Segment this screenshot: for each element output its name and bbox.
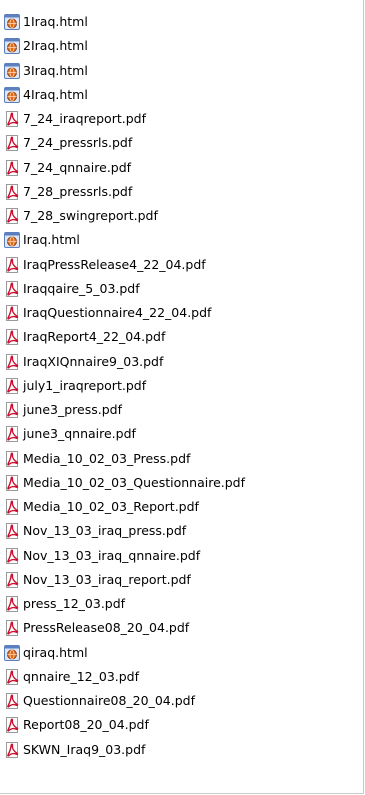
pdf-file-icon	[4, 474, 20, 491]
pdf-file-icon	[4, 111, 20, 128]
file-name: IraqXIQnnaire9_03.pdf	[23, 353, 164, 369]
file-item[interactable]: Iraq.html	[4, 228, 245, 252]
file-name: Media_10_02_03_Report.pdf	[23, 499, 199, 515]
file-item[interactable]: Nov_13_03_iraq_qnnaire.pdf	[4, 544, 245, 568]
file-name: 4Iraq.html	[23, 86, 88, 102]
file-name: Nov_13_03_iraq_press.pdf	[23, 523, 187, 539]
html-file-icon	[4, 644, 20, 661]
file-name: IraqQuestionnaire4_22_04.pdf	[23, 305, 212, 321]
pdf-file-icon	[4, 717, 20, 734]
file-name: PressRelease08_20_04.pdf	[23, 620, 190, 636]
file-item[interactable]: IraqPressRelease4_22_04.pdf	[4, 253, 245, 277]
pdf-file-icon	[4, 741, 20, 758]
pdf-file-icon	[4, 450, 20, 467]
file-item[interactable]: PressRelease08_20_04.pdf	[4, 616, 245, 640]
pdf-file-icon	[4, 571, 20, 588]
file-item[interactable]: Media_10_02_03_Questionnaire.pdf	[4, 471, 245, 495]
pdf-file-icon	[4, 668, 20, 685]
file-name: qnnaire_12_03.pdf	[23, 668, 140, 684]
file-name: SKWN_Iraq9_03.pdf	[23, 741, 146, 757]
file-item[interactable]: june3_qnnaire.pdf	[4, 422, 245, 446]
file-item[interactable]: 7_28_pressrls.pdf	[4, 180, 245, 204]
file-item[interactable]: 3Iraq.html	[4, 59, 245, 83]
file-item[interactable]: 1Iraq.html	[4, 10, 245, 34]
file-name: IraqPressRelease4_22_04.pdf	[23, 256, 206, 272]
file-item[interactable]: Media_10_02_03_Report.pdf	[4, 495, 245, 519]
pdf-file-icon	[4, 402, 20, 419]
file-name: Nov_13_03_iraq_report.pdf	[23, 571, 191, 587]
file-name: Iraq.html	[23, 232, 80, 248]
file-item[interactable]: Questionnaire08_20_04.pdf	[4, 689, 245, 713]
pdf-file-icon	[4, 280, 20, 297]
file-item[interactable]: june3_press.pdf	[4, 398, 245, 422]
file-item[interactable]: 7_28_swingreport.pdf	[4, 204, 245, 228]
file-list: 1Iraq.html 2Iraq.html 3Iraq.html 4Iraq.h…	[4, 10, 245, 762]
file-item[interactable]: SKWN_Iraq9_03.pdf	[4, 738, 245, 762]
file-item[interactable]: IraqQuestionnaire4_22_04.pdf	[4, 301, 245, 325]
pdf-file-icon	[4, 523, 20, 540]
file-item[interactable]: 2Iraq.html	[4, 34, 245, 58]
file-name: Questionnaire08_20_04.pdf	[23, 693, 195, 709]
file-name: Report08_20_04.pdf	[23, 717, 149, 733]
file-name: press_12_03.pdf	[23, 596, 126, 612]
file-item[interactable]: IraqXIQnnaire9_03.pdf	[4, 350, 245, 374]
file-name: 7_24_pressrls.pdf	[23, 135, 133, 151]
pdf-file-icon	[4, 208, 20, 225]
file-item[interactable]: Report08_20_04.pdf	[4, 713, 245, 737]
file-item[interactable]: press_12_03.pdf	[4, 592, 245, 616]
html-file-icon	[4, 62, 20, 79]
file-name: 3Iraq.html	[23, 62, 88, 78]
file-name: Media_10_02_03_Questionnaire.pdf	[23, 474, 246, 490]
file-name: IraqReport4_22_04.pdf	[23, 329, 166, 345]
pdf-file-icon	[4, 183, 20, 200]
pdf-file-icon	[4, 499, 20, 516]
file-item[interactable]: 7_24_iraqreport.pdf	[4, 107, 245, 131]
file-item[interactable]: 7_24_pressrls.pdf	[4, 131, 245, 155]
file-name: june3_press.pdf	[23, 402, 122, 418]
file-name: Iraqqaire_5_03.pdf	[23, 280, 140, 296]
file-item[interactable]: qiraq.html	[4, 641, 245, 665]
pdf-file-icon	[4, 353, 20, 370]
html-file-icon	[4, 14, 20, 31]
html-file-icon	[4, 38, 20, 55]
file-item[interactable]: Iraqqaire_5_03.pdf	[4, 277, 245, 301]
file-item[interactable]: july1_iraqreport.pdf	[4, 374, 245, 398]
file-name: Nov_13_03_iraq_qnnaire.pdf	[23, 547, 201, 563]
file-name: 7_28_pressrls.pdf	[23, 183, 133, 199]
file-item[interactable]: qnnaire_12_03.pdf	[4, 665, 245, 689]
pdf-file-icon	[4, 596, 20, 613]
file-item[interactable]: 4Iraq.html	[4, 83, 245, 107]
file-item[interactable]: 7_24_qnnaire.pdf	[4, 156, 245, 180]
pdf-file-icon	[4, 256, 20, 273]
pdf-file-icon	[4, 693, 20, 710]
file-name: 7_24_qnnaire.pdf	[23, 159, 132, 175]
file-name: 7_24_iraqreport.pdf	[23, 111, 146, 127]
pdf-file-icon	[4, 305, 20, 322]
file-name: june3_qnnaire.pdf	[23, 426, 136, 442]
pdf-file-icon	[4, 426, 20, 443]
file-name: 2Iraq.html	[23, 38, 88, 54]
pdf-file-icon	[4, 620, 20, 637]
file-item[interactable]: IraqReport4_22_04.pdf	[4, 325, 245, 349]
file-item[interactable]: Media_10_02_03_Press.pdf	[4, 447, 245, 471]
file-list-pane: 1Iraq.html 2Iraq.html 3Iraq.html 4Iraq.h…	[0, 0, 364, 794]
file-name: 1Iraq.html	[23, 14, 88, 30]
html-file-icon	[4, 232, 20, 249]
pdf-file-icon	[4, 377, 20, 394]
pdf-file-icon	[4, 135, 20, 152]
file-name: qiraq.html	[23, 644, 88, 660]
html-file-icon	[4, 86, 20, 103]
pdf-file-icon	[4, 547, 20, 564]
file-item[interactable]: Nov_13_03_iraq_report.pdf	[4, 568, 245, 592]
file-item[interactable]: Nov_13_03_iraq_press.pdf	[4, 519, 245, 543]
file-name: july1_iraqreport.pdf	[23, 377, 147, 393]
pdf-file-icon	[4, 329, 20, 346]
pdf-file-icon	[4, 159, 20, 176]
file-name: Media_10_02_03_Press.pdf	[23, 450, 191, 466]
file-name: 7_28_swingreport.pdf	[23, 208, 158, 224]
